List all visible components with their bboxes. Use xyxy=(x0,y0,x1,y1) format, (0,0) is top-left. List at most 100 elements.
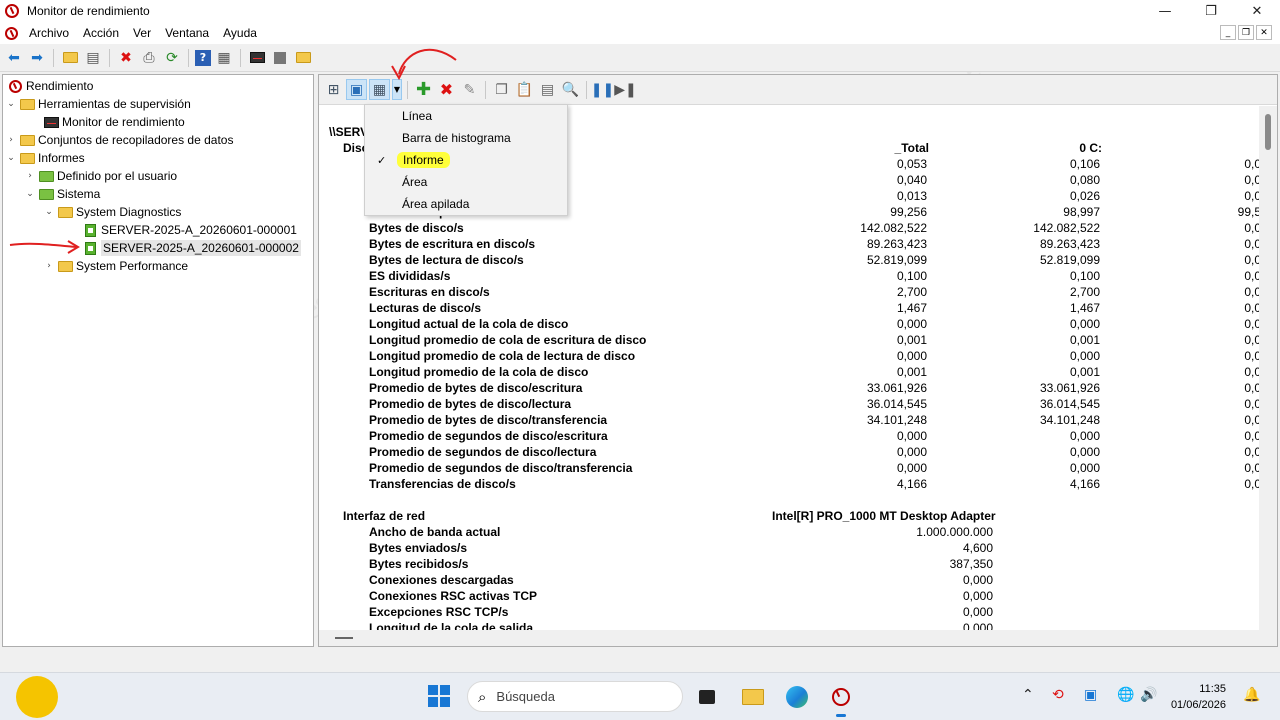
menu-ventana[interactable]: Ventana xyxy=(158,26,216,40)
tree-item-rendimiento[interactable]: Rendimiento xyxy=(5,77,93,95)
toolbar-separator xyxy=(240,48,241,67)
navigation-tree: Rendimiento ⌄ Herramientas de supervisió… xyxy=(2,74,314,647)
table-row: Promedio de segundos de disco/transferen… xyxy=(319,461,1259,477)
taskbar-search[interactable]: ⌕ Búsqueda xyxy=(467,681,683,712)
menu-ayuda[interactable]: Ayuda xyxy=(216,26,264,40)
maximize-button[interactable]: ❐ xyxy=(1188,0,1234,22)
tree-item-system-diagnostics[interactable]: ⌄ System Diagnostics xyxy=(43,203,181,221)
tree-item-informes[interactable]: ⌄ Informes xyxy=(5,149,85,167)
menu-item-informe[interactable]: ✓ Informe xyxy=(365,149,567,171)
value-cell: 0,0 xyxy=(1244,413,1259,427)
update-icon[interactable]: ⟲ xyxy=(1052,687,1064,703)
edge-browser-icon[interactable] xyxy=(783,683,811,711)
vertical-scrollbar[interactable] xyxy=(1259,106,1277,631)
copy-properties-icon[interactable]: ❐ xyxy=(491,79,512,100)
delete-counter-icon[interactable]: ✖ xyxy=(436,79,457,100)
menu-item-histograma[interactable]: Barra de histograma xyxy=(365,127,567,149)
mdi-minimize-button[interactable]: _ xyxy=(1220,25,1236,40)
value-cell: 2,700 xyxy=(1069,285,1100,299)
bluetooth-icon[interactable]: ▣ xyxy=(1084,687,1097,703)
clock-date: 01/06/2026 xyxy=(1170,699,1226,711)
value-cell: 0,0 xyxy=(1244,253,1259,267)
delete-icon[interactable]: ✖ xyxy=(116,48,136,68)
zoom-icon[interactable]: 🔍 xyxy=(560,79,581,100)
highlight-icon[interactable]: ✎ xyxy=(459,79,480,100)
chevron-up-icon[interactable]: ⌃ xyxy=(1022,687,1034,703)
counter-label: Promedio de segundos de disco/escritura xyxy=(369,429,608,443)
mdi-restore-button[interactable]: ❐ xyxy=(1238,25,1254,40)
menu-item-label: Barra de histograma xyxy=(402,131,511,145)
performance-monitor-icon xyxy=(5,4,19,18)
tree-item-label: Informes xyxy=(38,151,85,165)
volume-icon[interactable]: 🔊 xyxy=(1140,687,1157,703)
stop-icon[interactable] xyxy=(270,48,290,68)
pause-icon[interactable]: ❚❚ xyxy=(591,79,614,100)
minimize-button[interactable]: — xyxy=(1142,0,1188,22)
chevron-right-icon[interactable]: › xyxy=(24,171,36,181)
performance-monitor-taskbar-icon[interactable] xyxy=(827,683,855,717)
properties-icon[interactable]: ▤ xyxy=(537,79,558,100)
value-cell: 0,0 xyxy=(1244,397,1259,411)
properties-icon[interactable]: ▦ xyxy=(214,48,234,68)
update-data-icon[interactable]: ▶❚ xyxy=(614,79,637,100)
chevron-down-icon[interactable]: ⌄ xyxy=(5,153,17,163)
view-current-activity-icon[interactable]: ⊞ xyxy=(323,79,344,100)
chevron-down-icon[interactable]: ⌄ xyxy=(43,207,55,217)
chevron-down-icon[interactable]: ⌄ xyxy=(5,99,17,109)
menu-item-area-apilada[interactable]: Área apilada xyxy=(365,193,567,215)
tree-item-report-000002[interactable]: SERVER-2025-A_20260601-000002 xyxy=(80,239,301,257)
menu-ver[interactable]: Ver xyxy=(126,26,158,40)
scrollbar-thumb[interactable] xyxy=(335,637,353,639)
tree-item-sistema[interactable]: ⌄ Sistema xyxy=(24,185,100,203)
show-hide-tree-icon[interactable]: ▤ xyxy=(83,48,103,68)
print-icon[interactable]: ⎙ xyxy=(139,48,159,68)
menu-item-linea[interactable]: Línea xyxy=(365,105,567,127)
help-icon[interactable]: ? xyxy=(195,49,211,66)
network-icon[interactable]: 🌐 xyxy=(1117,687,1134,703)
up-folder-icon[interactable] xyxy=(60,48,80,68)
chevron-down-icon[interactable]: ⌄ xyxy=(24,189,36,199)
add-counter-icon[interactable]: ✚ xyxy=(413,79,434,100)
paste-counter-list-icon[interactable]: 📋 xyxy=(514,79,535,100)
view-log-data-icon[interactable]: ▣ xyxy=(346,79,367,100)
menu-archivo[interactable]: Archivo xyxy=(22,26,76,40)
value-cell: 0,0 xyxy=(1244,317,1259,331)
start-button[interactable] xyxy=(428,685,450,707)
system-menu-icon[interactable] xyxy=(5,26,18,40)
tree-item-monitor[interactable]: Monitor de rendimiento xyxy=(41,113,185,131)
menu-item-area[interactable]: Área xyxy=(365,171,567,193)
menu-accion[interactable]: Acción xyxy=(76,26,126,40)
value-cell: 0,0 xyxy=(1244,381,1259,395)
clock[interactable]: 11:35 01/06/2026 xyxy=(1171,681,1226,713)
forward-arrow-icon[interactable]: ➡ xyxy=(27,48,47,68)
tree-item-conjuntos[interactable]: › Conjuntos de recopiladores de datos xyxy=(5,131,233,149)
table-row: Longitud actual de la cola de disco 0,000… xyxy=(319,317,1259,333)
tree-item-system-performance[interactable]: › System Performance xyxy=(43,257,188,275)
tree-item-report-000001[interactable]: SERVER-2025-A_20260601-000001 xyxy=(80,221,297,239)
monitor-icon[interactable] xyxy=(247,48,267,68)
value-cell: 1.000.000.000 xyxy=(916,525,993,539)
notification-bell-icon[interactable]: 🔔 xyxy=(1243,687,1260,703)
chevron-right-icon[interactable]: › xyxy=(43,261,55,271)
scrollbar-thumb[interactable] xyxy=(1265,114,1271,150)
refresh-icon[interactable]: ⟳ xyxy=(162,48,182,68)
change-graph-type-icon[interactable]: ▦ xyxy=(369,79,390,100)
horizontal-scrollbar[interactable] xyxy=(319,630,1277,646)
menu-bar: Archivo Acción Ver Ventana Ayuda _ ❐ ✕ xyxy=(0,22,1280,44)
close-button[interactable]: ✕ xyxy=(1234,0,1280,22)
back-arrow-icon[interactable]: ⬅ xyxy=(4,48,24,68)
tree-item-herramientas[interactable]: ⌄ Herramientas de supervisión xyxy=(5,95,191,113)
value-cell: 0,0 xyxy=(1244,189,1259,203)
open-folder-icon[interactable] xyxy=(293,48,313,68)
taskbar: ⌕ Búsqueda ⌃ ⟲ ▣ 🌐 🔊 11:35 01/06/2026 🔔 xyxy=(0,672,1280,720)
value-cell: 0,000 xyxy=(896,461,927,475)
chevron-right-icon[interactable]: › xyxy=(5,135,17,145)
table-row: Lecturas de disco/s 1,467 1,467 0,0 xyxy=(319,301,1259,317)
mdi-close-button[interactable]: ✕ xyxy=(1256,25,1272,40)
value-cell: 1,467 xyxy=(1069,301,1100,315)
file-explorer-icon[interactable] xyxy=(739,683,767,711)
task-view-icon[interactable] xyxy=(693,683,721,711)
tree-item-definido[interactable]: › Definido por el usuario xyxy=(24,167,177,185)
chevron-down-icon[interactable]: ▼ xyxy=(392,79,402,100)
value-cell: 0,0 xyxy=(1244,157,1259,171)
